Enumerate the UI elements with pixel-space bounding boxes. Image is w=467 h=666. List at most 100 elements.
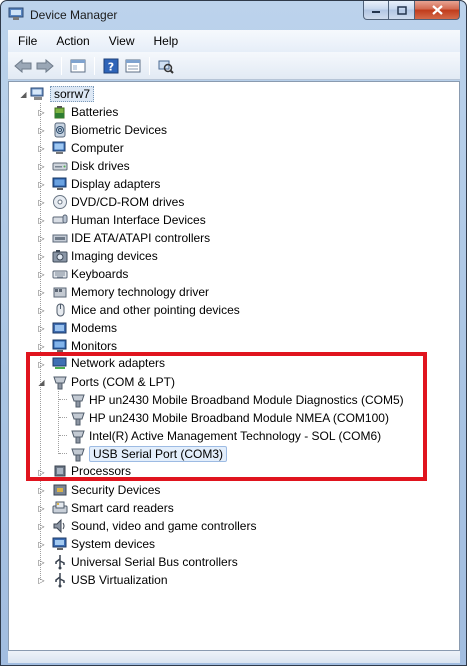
category-label: USB Virtualization [71,573,168,587]
category-label: DVD/CD-ROM drives [71,195,185,209]
category-label: Smart card readers [71,501,174,515]
category-label: Imaging devices [71,249,158,263]
category-label: Modems [71,321,118,335]
expand-arrow-icon[interactable]: ▷ [37,198,46,207]
category-ide-ata-atapi-controllers[interactable]: IDE ATA/ATAPI controllers [52,229,210,247]
category-human-interface-devices[interactable]: Human Interface Devices [52,211,206,229]
expand-arrow-icon[interactable]: ▷ [37,324,46,333]
smart-card-reader-icon [52,501,68,514]
red-highlight-box [26,352,427,481]
category-biometric-devices[interactable]: Biometric Devices [52,121,167,139]
battery-icon [54,106,65,119]
properties-button[interactable] [122,55,144,77]
category-smart-card-readers[interactable]: Smart card readers [52,499,174,517]
modem-icon [52,322,67,334]
back-button[interactable] [12,55,34,77]
hid-icon [52,214,68,224]
expand-arrow-icon[interactable]: ▷ [37,162,46,171]
camera-icon [52,250,68,263]
expand-arrow-icon[interactable]: ▷ [37,540,46,549]
device-manager-icon [8,7,24,20]
properties-icon [125,59,141,72]
title-bar[interactable]: Device Manager [1,1,466,29]
expand-arrow-icon[interactable]: ▷ [37,306,46,315]
expand-arrow-icon[interactable]: ▷ [37,252,46,261]
category-label: IDE ATA/ATAPI controllers [71,231,211,245]
menu-help[interactable]: Help [144,34,188,48]
fingerprint-icon [54,122,66,138]
toolbar-separator [61,56,62,75]
expand-arrow-icon[interactable]: ▷ [37,522,46,531]
expand-arrow-icon[interactable]: ▷ [37,180,46,189]
category-disk-drives[interactable]: Disk drives [52,157,130,175]
expand-arrow-icon[interactable]: ▷ [37,144,46,153]
expand-arrow-icon[interactable]: ▷ [37,234,46,243]
back-arrow-icon [14,58,32,73]
expand-arrow-icon[interactable]: ▷ [37,270,46,279]
tree-root-label: sorrw7 [50,86,95,102]
device-tree[interactable]: ◢ sorrw7 ▷ Batteries ▷ Biometric Devices… [8,81,460,651]
category-label: Universal Serial Bus controllers [71,555,238,569]
category-dvd-cd-rom-drives[interactable]: DVD/CD-ROM drives [52,193,184,211]
expand-arrow-icon[interactable]: ▷ [37,576,46,585]
status-bar [8,651,460,663]
forward-button[interactable] [34,55,56,77]
close-button[interactable] [415,1,460,20]
tree-root[interactable]: sorrw7 [30,85,95,103]
root-collapse-arrow-icon[interactable]: ◢ [19,90,28,99]
expand-arrow-icon[interactable]: ▷ [37,126,46,135]
category-system-devices[interactable]: System devices [52,535,155,553]
category-memory-technology-driver[interactable]: Memory technology driver [52,283,209,301]
computer-icon [30,87,44,100]
expand-arrow-icon[interactable]: ▷ [37,486,46,495]
svg-text:?: ? [108,60,114,73]
category-universal-serial-bus-controllers[interactable]: Universal Serial Bus controllers [52,553,238,571]
expand-arrow-icon[interactable]: ▷ [37,108,46,117]
category-keyboards[interactable]: Keyboards [52,265,128,283]
close-icon [431,5,443,15]
ide-controller-icon [52,234,68,243]
console-tree-icon [70,59,86,72]
show-hide-console-tree-button[interactable] [67,55,89,77]
category-label: Display adapters [71,177,161,191]
category-computer[interactable]: Computer [52,139,124,157]
category-label: Batteries [71,105,119,119]
forward-arrow-icon [36,58,54,73]
menu-file[interactable]: File [8,34,46,48]
keyboard-icon [52,270,68,279]
scan-hardware-button[interactable] [155,55,177,77]
category-label: Disk drives [71,159,130,173]
speaker-icon [53,518,65,534]
expand-arrow-icon[interactable]: ▷ [37,342,46,351]
minimize-button[interactable] [363,1,389,20]
category-usb-virtualization[interactable]: USB Virtualization [52,571,168,589]
disk-drive-icon [52,162,68,171]
maximize-button[interactable] [389,1,415,20]
category-label: Human Interface Devices [71,213,206,227]
toolbar-separator [94,56,95,75]
security-chip-icon [53,484,67,496]
help-button[interactable]: ? [100,55,122,77]
category-mice-and-other-pointing-devices[interactable]: Mice and other pointing devices [52,301,240,319]
category-label: Security Devices [71,483,161,497]
category-display-adapters[interactable]: Display adapters [52,175,160,193]
category-label: Memory technology driver [71,285,210,299]
category-security-devices[interactable]: Security Devices [52,481,160,499]
category-batteries[interactable]: Batteries [52,103,118,121]
category-label: System devices [71,537,156,551]
mouse-icon [56,303,65,317]
toolbar-separator [149,56,150,75]
expand-arrow-icon[interactable]: ▷ [37,288,46,297]
expand-arrow-icon[interactable]: ▷ [37,216,46,225]
system-device-icon [52,537,67,550]
expand-arrow-icon[interactable]: ▷ [37,504,46,513]
category-sound-video-and-game-controllers[interactable]: Sound, video and game controllers [52,517,256,535]
device-manager-window: Device Manager File Action View Help ? ◢… [0,0,467,666]
category-imaging-devices[interactable]: Imaging devices [52,247,158,265]
minimize-icon [372,11,380,13]
menu-view[interactable]: View [99,34,144,48]
help-icon: ? [103,58,119,73]
category-modems[interactable]: Modems [52,319,117,337]
expand-arrow-icon[interactable]: ▷ [37,558,46,567]
menu-action[interactable]: Action [46,34,98,48]
